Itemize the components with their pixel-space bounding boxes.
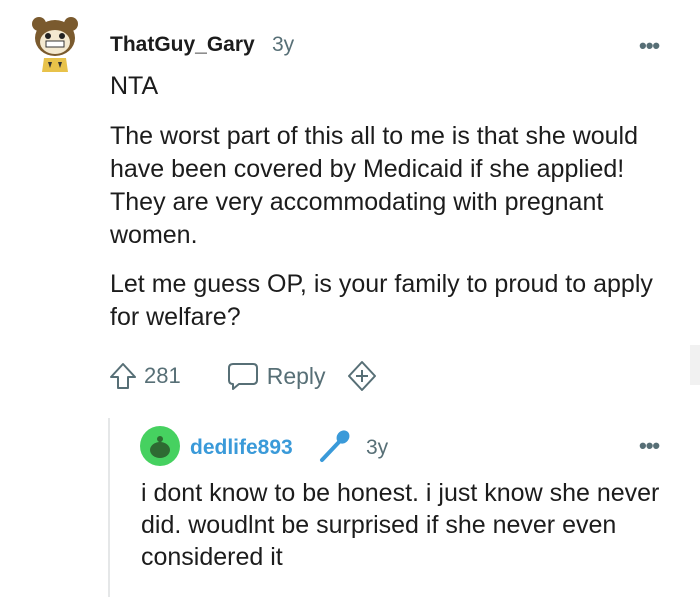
reply-more-options-button[interactable]: ••• [639,433,660,459]
reply-button[interactable]: Reply [227,361,326,391]
comment-action-bar: 281 Reply [108,358,378,394]
user-avatar[interactable] [30,14,80,74]
award-button[interactable] [346,360,378,392]
comment-paragraph: Let me guess OP, is your family to proud… [110,270,653,331]
microphone-icon [320,430,350,462]
comment-paragraph: The worst part of this all to me is that… [110,122,639,249]
reply-age: 3y [366,436,389,459]
comment-paragraph: NTA [110,72,159,100]
award-plus-icon [347,361,376,391]
upvote-icon [110,363,136,389]
reply-bubble-icon [227,363,258,390]
more-options-button[interactable]: ••• [639,33,660,59]
snoo-avatar-icon [140,426,180,466]
comment-age: 3y [272,33,295,56]
thread-line[interactable] [108,418,110,597]
reply-body: i dont know to be honest. i just know sh… [141,479,660,571]
reply-user-avatar[interactable] [140,426,180,466]
reply-username[interactable]: dedlife893 [190,436,293,460]
reply-label: Reply [266,362,326,389]
upvote-button[interactable]: 281 [108,361,181,391]
scrollbar-handle[interactable] [690,345,700,385]
cartoon-avatar-icon [32,17,78,72]
vote-score: 281 [144,363,181,388]
comment-username[interactable]: ThatGuy_Gary [110,33,255,57]
